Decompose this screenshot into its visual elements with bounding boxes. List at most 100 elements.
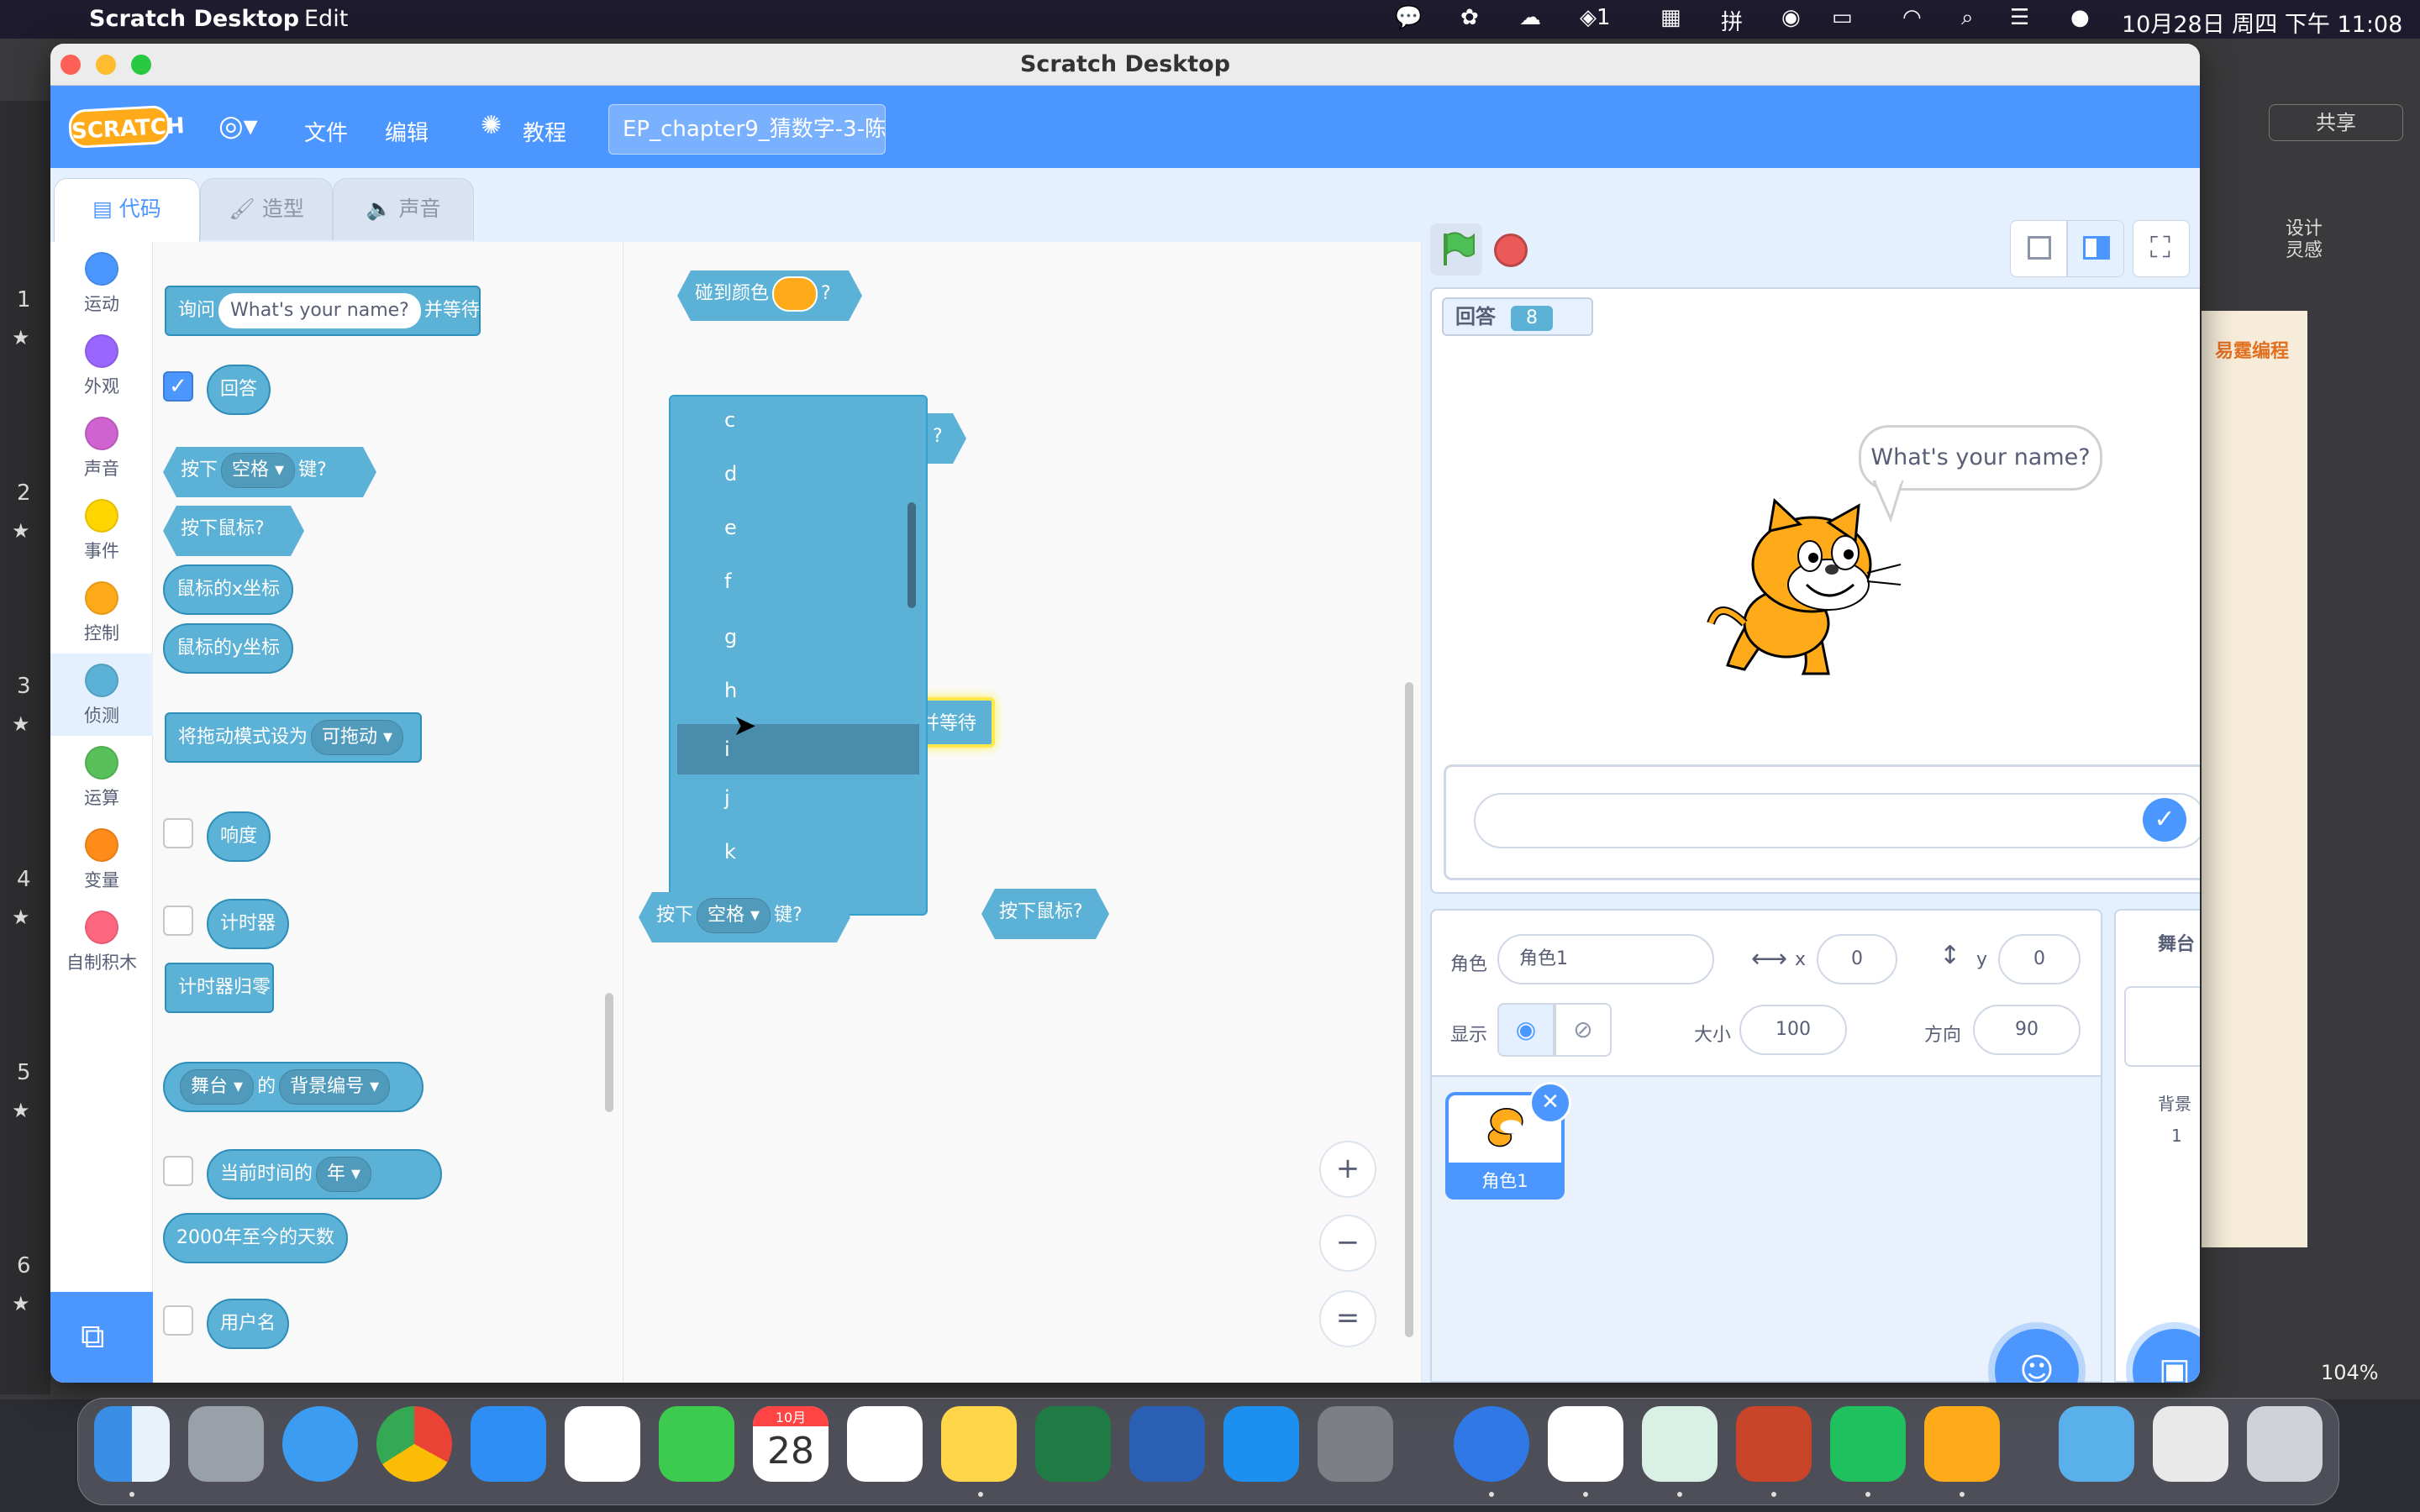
stop-button[interactable] [1494, 234, 1528, 267]
zoom-reset-button[interactable]: = [1319, 1290, 1376, 1347]
spotlight-search-icon[interactable]: ⌕ [1961, 5, 1974, 31]
wechat-status-icon[interactable]: 💬 [1395, 5, 1422, 30]
loudness-checkbox[interactable] [163, 818, 193, 848]
safari-icon[interactable] [282, 1406, 358, 1482]
ev-recorder-icon[interactable] [1642, 1406, 1718, 1482]
mail-icon[interactable] [471, 1406, 546, 1482]
dropdown-option[interactable]: f [677, 556, 919, 606]
tab-code[interactable]: ▤ 代码 [54, 178, 200, 244]
category-sound[interactable]: 声音 [50, 407, 153, 489]
siri-icon[interactable]: ● [2070, 5, 2090, 30]
scratch-desktop-icon[interactable] [1924, 1406, 2000, 1482]
ask-answer-input[interactable] [1474, 793, 2200, 848]
timer-checkbox[interactable] [163, 906, 193, 936]
slide-number[interactable]: 3 [17, 674, 31, 699]
category-variables[interactable]: 变量 [50, 818, 153, 900]
y-position-input[interactable]: 0 [1998, 934, 2081, 984]
dropdown-option[interactable]: c [677, 396, 919, 445]
delete-sprite-button[interactable]: ✕ [1529, 1082, 1571, 1124]
category-looks[interactable]: 外观 [50, 324, 153, 407]
notes-icon[interactable] [941, 1406, 1017, 1482]
sprite-name-input[interactable]: 角色1 [1497, 934, 1714, 984]
language-globe-icon[interactable]: ◎▾ [218, 109, 258, 143]
category-my-blocks[interactable]: 自制积木 [50, 900, 153, 983]
excel-icon[interactable] [1035, 1406, 1111, 1482]
current-time-dropdown[interactable]: 年 ▾ [316, 1157, 372, 1192]
key-dropdown[interactable]: 空格 ▾ [221, 453, 295, 488]
direction-input[interactable]: 90 [1973, 1005, 2081, 1055]
downloads-folder-icon[interactable] [2059, 1406, 2134, 1482]
cat-sprite[interactable] [1702, 497, 1921, 682]
word-icon[interactable] [1129, 1406, 1205, 1482]
fullscreen-button[interactable]: ⛶ [2133, 220, 2190, 277]
shield-status-icon[interactable]: ◈1 [1580, 5, 1611, 30]
slide-number[interactable]: 6 [17, 1253, 31, 1278]
dropdown-option[interactable]: h [677, 665, 919, 716]
wechat-icon[interactable] [1830, 1406, 1906, 1482]
current-time-checkbox[interactable] [163, 1156, 193, 1186]
powerpoint-icon[interactable] [1736, 1406, 1812, 1482]
menubar-clock[interactable]: 10月28日 周四 下午 11:08 [2122, 6, 2402, 39]
flower-status-icon[interactable]: ✿ [1460, 5, 1479, 30]
key-options-dropdown[interactable]: c d e f g h i j k l [669, 395, 928, 916]
slide-number[interactable]: 2 [17, 480, 31, 506]
timer-reporter[interactable]: 计时器 [207, 899, 290, 949]
menubar-app-name[interactable]: Scratch Desktop [89, 6, 299, 32]
large-stage-button[interactable] [2067, 220, 2124, 277]
size-input[interactable]: 100 [1739, 1005, 1847, 1055]
control-center-icon[interactable]: ☰ [2010, 5, 2029, 30]
add-extension-button[interactable]: ⧉ [50, 1292, 153, 1383]
set-drag-mode-block[interactable]: 将拖动模式设为 可拖动 ▾ [165, 712, 422, 763]
category-events[interactable]: 事件 [50, 489, 153, 571]
reset-timer-block[interactable]: 计时器归零 [165, 963, 274, 1013]
mouse-y-reporter[interactable]: 鼠标的y坐标 [163, 623, 294, 674]
calendar-icon[interactable]: 10月 28 [753, 1406, 829, 1482]
lightbulb-icon[interactable]: ✺ [481, 111, 502, 140]
ask-text-input[interactable]: What's your name? [218, 293, 421, 328]
grid-status-icon[interactable]: ▦ [1660, 5, 1681, 30]
of-reporter[interactable]: 舞台 ▾ 的背景编号 ▾ [163, 1062, 424, 1112]
trash-icon[interactable] [2247, 1406, 2323, 1482]
slide-number[interactable]: 1 [17, 287, 31, 312]
category-operators[interactable]: 运算 [50, 736, 153, 818]
photos-icon[interactable] [565, 1406, 640, 1482]
backdrop-thumbnail[interactable] [2124, 986, 2200, 1067]
mouse-down-block-workspace[interactable]: 按下鼠标? [981, 889, 1109, 939]
edit-menu[interactable]: 编辑 [385, 116, 429, 147]
hide-sprite-button[interactable]: ⊘ [1555, 1003, 1612, 1057]
category-control[interactable]: 控制 [50, 571, 153, 654]
dropdown-option[interactable]: j [677, 773, 919, 823]
facetime-icon[interactable] [659, 1406, 734, 1482]
of-property-dropdown[interactable]: 背景编号 ▾ [279, 1069, 391, 1105]
project-title-input[interactable]: EP_chapter9_猜数字-3-陈 [608, 104, 886, 155]
scratch-logo[interactable]: SCRATCH [67, 104, 185, 150]
dropdown-option-highlighted[interactable]: i [677, 724, 919, 774]
answer-checkbox[interactable]: ✓ [163, 371, 193, 402]
zoom-level[interactable]: 104% [2321, 1361, 2379, 1384]
chrome-icon[interactable] [376, 1406, 452, 1482]
key-pressed-block-workspace[interactable]: 按下 空格 ▾ 键? [639, 892, 850, 942]
zoom-out-button[interactable]: − [1319, 1215, 1376, 1272]
menubar-edit[interactable]: Edit [304, 6, 348, 32]
dropdown-option[interactable]: g [677, 612, 919, 662]
submit-answer-button[interactable]: ✓ [2143, 798, 2186, 842]
baidu-cloud-status-icon[interactable]: ☁ [1519, 5, 1541, 30]
document-preview-icon[interactable] [2153, 1406, 2228, 1482]
answer-monitor[interactable]: 回答 8 [1442, 297, 1593, 336]
tab-sounds[interactable]: 🔈 声音 [333, 178, 474, 240]
feishu-icon[interactable] [1454, 1406, 1529, 1482]
share-button[interactable]: 共享 [2269, 104, 2403, 141]
design-ideas-button[interactable]: 设计 灵感 [2279, 218, 2329, 262]
mouse-x-reporter[interactable]: 鼠标的x坐标 [163, 564, 294, 615]
input-method-icon[interactable]: 拼 [1721, 5, 1743, 36]
palette-scrollbar[interactable] [605, 993, 613, 1112]
dropdown-option[interactable]: d [677, 449, 919, 499]
launchpad-icon[interactable] [188, 1406, 264, 1482]
days-since-2000-reporter[interactable]: 2000年至今的天数 [163, 1213, 348, 1263]
wifi-icon[interactable]: ◠ [1902, 5, 1922, 30]
system-preferences-icon[interactable] [1318, 1406, 1393, 1482]
dropdown-option[interactable]: e [677, 502, 919, 553]
tab-costumes[interactable]: 🖌 造型 [200, 178, 333, 240]
drag-mode-dropdown[interactable]: 可拖动 ▾ [311, 720, 404, 755]
answer-reporter[interactable]: 回答 [207, 365, 271, 415]
